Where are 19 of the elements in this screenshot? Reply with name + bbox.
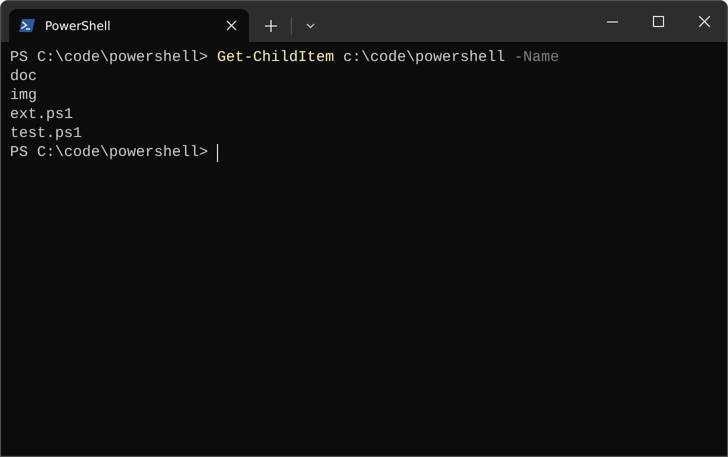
output-text: doc: [10, 67, 38, 86]
tab-title: PowerShell: [45, 18, 112, 34]
command-text: Get-ChildItem: [217, 48, 334, 67]
chevron-down-icon: [306, 22, 314, 28]
argument-text: c:\code\powershell: [343, 48, 506, 67]
prompt-text: PS C:\code\powershell>: [10, 48, 208, 67]
output-text: ext.ps1: [10, 105, 74, 124]
plus-icon: [265, 20, 277, 32]
close-icon: [698, 16, 710, 27]
close-tab-button[interactable]: [226, 20, 237, 31]
prompt-text: PS C:\code\powershell>: [10, 143, 208, 162]
terminal-tab[interactable]: PowerShell: [9, 9, 249, 42]
close-icon: [226, 20, 237, 31]
maximize-icon: [652, 16, 664, 27]
parameter-text: -Name: [514, 48, 560, 67]
output-text: img: [10, 86, 38, 105]
minimize-icon: [606, 20, 618, 22]
output-text: test.ps1: [10, 124, 82, 143]
powershell-icon: [19, 19, 35, 32]
